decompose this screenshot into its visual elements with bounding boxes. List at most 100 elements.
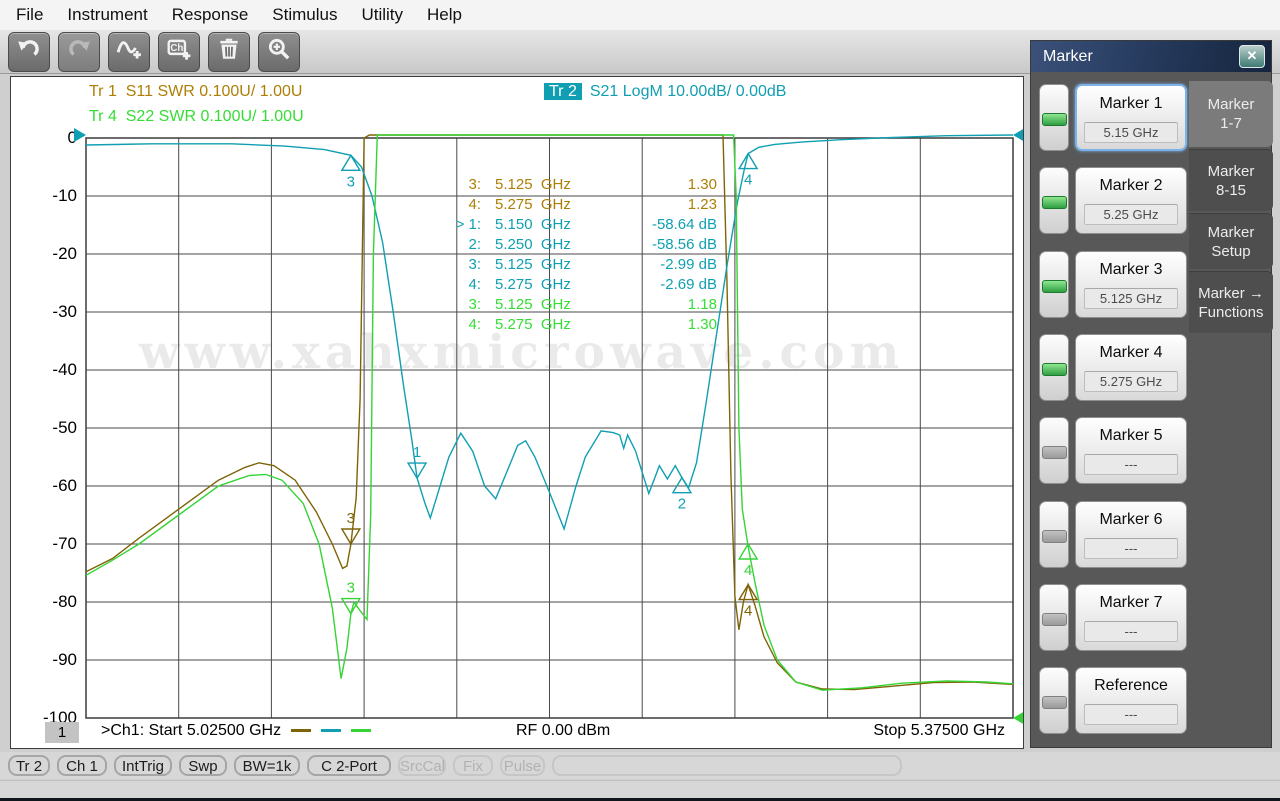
- marker-1-row: Marker 1 5.15 GHz: [1039, 84, 1189, 151]
- marker-3-value[interactable]: 5.125 GHz: [1084, 288, 1178, 309]
- marker-4-value[interactable]: 5.275 GHz: [1084, 371, 1178, 392]
- channel-status-bar: 1 >Ch1: Start 5.02500 GHz RF 0.00 dBm St…: [11, 721, 1023, 747]
- marker-4-toggle[interactable]: [1039, 334, 1069, 401]
- menu-stimulus[interactable]: Stimulus: [260, 2, 349, 28]
- add-trace-button[interactable]: [108, 31, 150, 72]
- channel-number-badge: 1: [45, 722, 79, 743]
- plot-marker-2[interactable]: [671, 476, 693, 494]
- status-fix-button: Fix: [453, 755, 493, 776]
- tab-marker-1-7[interactable]: Marker 1-7: [1189, 81, 1273, 147]
- status-ch1-button[interactable]: Ch 1: [57, 755, 107, 776]
- menu-bar: File Instrument Response Stimulus Utilit…: [0, 0, 1280, 30]
- status-bw-button[interactable]: BW=1k: [234, 755, 300, 776]
- led-off-icon: [1042, 446, 1067, 459]
- plot-marker-label: 2: [678, 496, 686, 513]
- plot-marker-label: 3: [347, 510, 355, 527]
- status-bar: Tr 2 Ch 1 IntTrig Swp BW=1k C 2-Port Src…: [0, 752, 1280, 779]
- marker-6-button[interactable]: Marker 6 ---: [1075, 501, 1187, 568]
- marker-5-value[interactable]: ---: [1084, 454, 1178, 475]
- status-swp-button[interactable]: Swp: [179, 755, 227, 776]
- menu-file[interactable]: File: [4, 2, 55, 28]
- tab-marker-8-15[interactable]: Marker 8-15: [1189, 149, 1273, 211]
- readout-row: 4: 5.275 GHz 1.30: [468, 316, 717, 333]
- marker-1-value[interactable]: 5.15 GHz: [1084, 122, 1178, 143]
- readout-row: 3: 5.125 GHz -2.99 dB: [468, 256, 717, 273]
- plot-marker-label: 3: [347, 580, 355, 597]
- marker-6-toggle[interactable]: [1039, 501, 1069, 568]
- add-channel-icon: Ch: [166, 36, 192, 67]
- marker-7-value[interactable]: ---: [1084, 621, 1178, 642]
- zoom-button[interactable]: [258, 31, 300, 72]
- menu-utility[interactable]: Utility: [349, 2, 415, 28]
- add-channel-button[interactable]: Ch: [158, 31, 200, 72]
- marker-3-button[interactable]: Marker 3 5.125 GHz: [1075, 251, 1187, 318]
- menu-instrument[interactable]: Instrument: [55, 2, 159, 28]
- marker-1-toggle[interactable]: [1039, 84, 1069, 151]
- marker-6-row: Marker 6 ---: [1039, 501, 1189, 568]
- marker-2-button[interactable]: Marker 2 5.25 GHz: [1075, 167, 1187, 234]
- marker-4-row: Marker 4 5.275 GHz: [1039, 334, 1189, 401]
- menu-help[interactable]: Help: [415, 2, 474, 28]
- marker-panel-header[interactable]: Marker ✕: [1031, 41, 1271, 72]
- undo-icon: [16, 36, 42, 67]
- marker-6-value[interactable]: ---: [1084, 538, 1178, 559]
- menu-response[interactable]: Response: [160, 2, 261, 28]
- reference-toggle[interactable]: [1039, 667, 1069, 734]
- marker-3-row: Marker 3 5.125 GHz: [1039, 251, 1189, 318]
- add-trace-icon: [116, 36, 142, 67]
- readout-row: 4: 5.275 GHz -2.69 dB: [468, 276, 717, 293]
- delete-icon: [216, 36, 242, 67]
- status-tr2-button[interactable]: Tr 2: [8, 755, 50, 776]
- channel-start-label: >Ch1: Start 5.02500 GHz: [101, 722, 372, 740]
- readout-row: > 1: 5.150 GHz -58.64 dB: [455, 216, 717, 233]
- zoom-icon: [266, 36, 292, 67]
- redo-icon: [66, 36, 92, 67]
- s21-ref-level-arrow-right[interactable]: [1013, 128, 1023, 142]
- readout-row: 2: 5.250 GHz -58.56 dB: [468, 236, 717, 253]
- marker-2-row: Marker 2 5.25 GHz: [1039, 167, 1189, 234]
- marker-5-toggle[interactable]: [1039, 417, 1069, 484]
- readout-row: 3: 5.125 GHz 1.30: [468, 176, 717, 193]
- s21-ref-level-arrow-left[interactable]: [74, 128, 86, 142]
- status-inttrig-button[interactable]: IntTrig: [114, 755, 172, 776]
- reference-button[interactable]: Reference ---: [1075, 667, 1187, 734]
- marker-2-value[interactable]: 5.25 GHz: [1084, 204, 1178, 225]
- status-srccal-button: SrcCal: [398, 755, 446, 776]
- plot-marker-label: 4: [744, 562, 752, 579]
- marker-7-row: Marker 7 ---: [1039, 584, 1189, 651]
- led-on-icon: [1042, 196, 1067, 209]
- led-on-icon: [1042, 113, 1067, 126]
- rf-power-label: RF 0.00 dBm: [516, 722, 611, 739]
- close-icon[interactable]: ✕: [1239, 45, 1265, 68]
- marker-7-button[interactable]: Marker 7 ---: [1075, 584, 1187, 651]
- plot-marker-label: 4: [744, 172, 752, 189]
- marker-4-button[interactable]: Marker 4 5.275 GHz: [1075, 334, 1187, 401]
- tab-marker-setup[interactable]: Marker Setup: [1189, 213, 1273, 269]
- marker-readout-table: 3: 5.125 GHz 1.30 4: 5.275 GHz 1.23 > 1: 5.15…: [411, 175, 717, 335]
- panel-title: Marker: [1043, 47, 1093, 65]
- marker-1-button[interactable]: Marker 1 5.15 GHz: [1075, 84, 1187, 151]
- marker-panel: Marker ✕ Marker 1-7 Marker 8-15 Marker Setu…: [1030, 40, 1273, 748]
- marker-3-toggle[interactable]: [1039, 251, 1069, 318]
- plot-marker-label: 1: [413, 444, 421, 461]
- vna-application-window: File Instrument Response Stimulus Utilit…: [0, 0, 1280, 801]
- delete-button[interactable]: [208, 31, 250, 72]
- plot-marker-label: 3: [347, 173, 355, 190]
- led-off-icon: [1042, 530, 1067, 543]
- stop-frequency-label: Stop 5.37500 GHz: [873, 722, 1005, 739]
- svg-text:Ch: Ch: [170, 43, 183, 54]
- marker-7-toggle[interactable]: [1039, 584, 1069, 651]
- status-cal-button[interactable]: C 2-Port: [307, 755, 391, 776]
- led-off-icon: [1042, 613, 1067, 626]
- marker-5-button[interactable]: Marker 5 ---: [1075, 417, 1187, 484]
- reference-value[interactable]: ---: [1084, 704, 1178, 725]
- plot-marker-label: 4: [744, 603, 752, 620]
- trace2-color-key: [321, 729, 342, 732]
- marker-5-row: Marker 5 ---: [1039, 417, 1189, 484]
- tab-marker-functions[interactable]: Marker → Functions: [1189, 271, 1273, 333]
- undo-button[interactable]: [8, 31, 50, 72]
- reference-marker-row: Reference ---: [1039, 667, 1189, 734]
- bottom-strip: [0, 780, 1280, 799]
- marker-2-toggle[interactable]: [1039, 167, 1069, 234]
- readout-row: 4: 5.275 GHz 1.23: [468, 196, 717, 213]
